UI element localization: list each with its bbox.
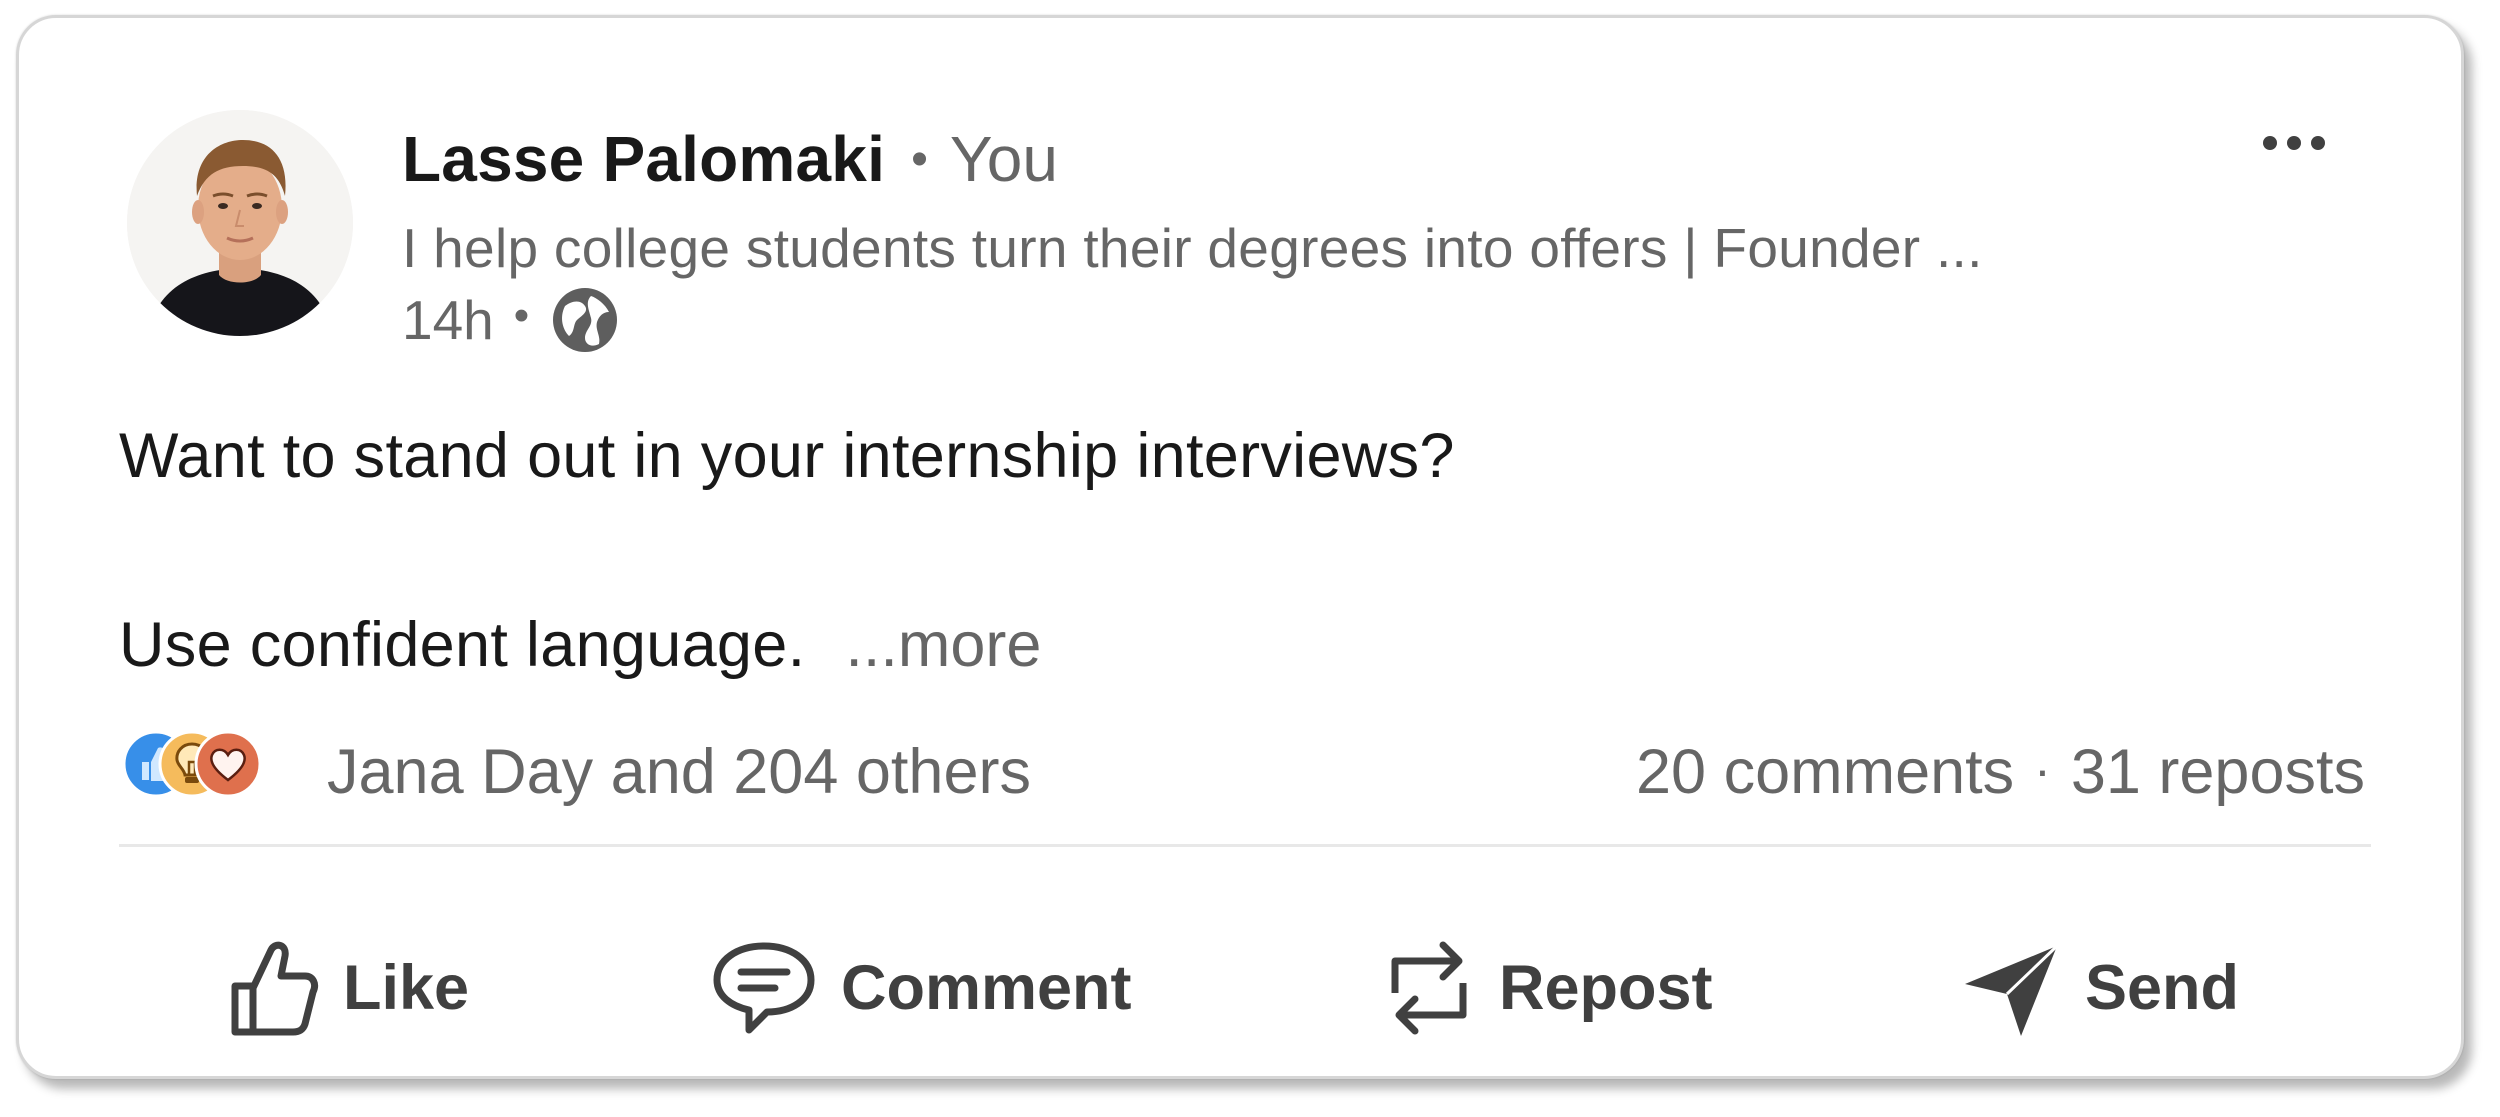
author-name-line: Lasse Palomaki • You [402,122,1058,196]
send-button[interactable]: Send [1959,928,2239,1048]
repost-label: Repost [1499,953,1713,1023]
reactions-summary[interactable]: Jana Day and 204 others [327,736,1031,808]
comment-button[interactable]: Comment [709,928,1132,1048]
engagement-counts: 20 comments · 31 reposts [1636,736,2365,808]
post-card: Lasse Palomaki • You I help college stud… [16,15,2464,1079]
post-text-line2: Use confident language. [119,610,806,680]
post-text-line2-row: Use confident language. ...more [119,609,1041,681]
globe-icon [553,288,618,352]
counts-separator: · [2034,742,2051,798]
name-separator: • [911,133,928,186]
like-label: Like [343,953,470,1023]
author-relation: You [949,123,1058,195]
love-reaction-icon [194,730,262,798]
avatar-photo [127,110,353,336]
repost-icon [1391,941,1467,1035]
divider [119,844,2371,847]
comment-icon [713,942,815,1034]
post-timestamp[interactable]: 14h [402,288,494,352]
author-headline[interactable]: I help college students turn their degre… [402,216,1983,280]
more-options-button[interactable] [2249,118,2339,168]
see-more-link[interactable]: ...more [845,609,1041,681]
repost-button[interactable]: Repost [1381,928,1713,1048]
comment-label: Comment [841,953,1132,1023]
reposts-count[interactable]: 31 reposts [2071,736,2365,808]
comments-count[interactable]: 20 comments [1636,736,2014,808]
meta-separator: • [513,291,530,340]
post-text-line1: Want to stand out in your internship int… [119,421,1455,491]
author-avatar[interactable] [127,110,353,336]
like-button[interactable]: Like [225,928,469,1048]
reaction-icons[interactable] [122,730,302,802]
send-icon [1965,944,2059,1036]
thumbs-up-icon [231,941,319,1036]
author-name[interactable]: Lasse Palomaki [402,122,885,196]
more-options-icon [2263,136,2325,150]
send-label: Send [2085,953,2240,1023]
post-meta: 14h • [402,286,619,354]
